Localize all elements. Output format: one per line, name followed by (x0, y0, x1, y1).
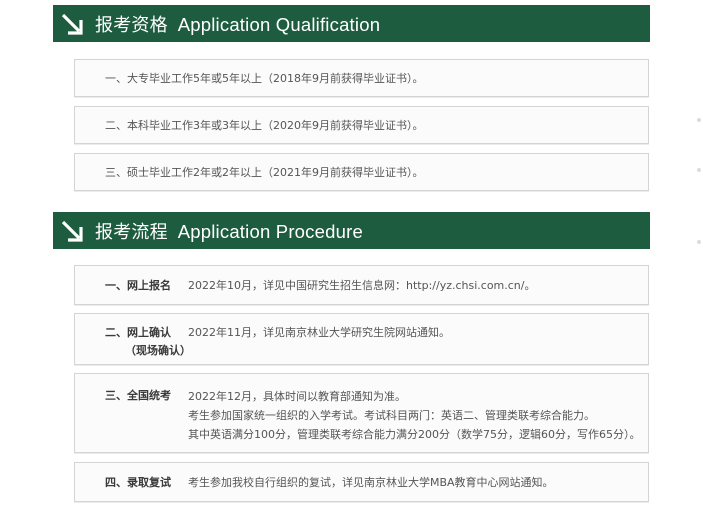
procedure-step: 一、网上报名 2022年10月，详见中国研究生招生信息网：http://yz.c… (74, 265, 649, 305)
decorative-dot (697, 168, 701, 172)
step-label: 三、全国统考 (105, 389, 171, 402)
step-label: 四、录取复试 (105, 476, 171, 489)
procedure-banner: 报考流程 Application Procedure (53, 212, 650, 249)
arrow-down-right-icon (59, 11, 85, 37)
procedure-step: 三、全国统考 2022年12月，具体时间以教育部通知为准。 考生参加国家统一组织… (74, 373, 649, 453)
decorative-dot (697, 240, 701, 244)
qualification-banner: 报考资格 Application Qualification (53, 5, 650, 42)
qualification-item: 一、大专毕业工作5年或5年以上（2018年9月前获得毕业证书）。 (74, 59, 649, 97)
procedure-step: 二、网上确认 （现场确认） 2022年11月，详见南京林业大学研究生院网站通知。 (74, 313, 649, 365)
step-body: 2022年11月，详见南京林业大学研究生院网站通知。 (188, 326, 450, 339)
step-body: 考生参加我校自行组织的复试，详见南京林业大学MBA教育中心网站通知。 (188, 476, 554, 489)
arrow-down-right-icon (59, 218, 85, 244)
step-label: 一、网上报名 (105, 279, 171, 292)
qualification-item: 二、本科毕业工作3年或3年以上（2020年9月前获得毕业证书）。 (74, 106, 649, 144)
decorative-dot (697, 118, 701, 122)
procedure-step: 四、录取复试 考生参加我校自行组织的复试，详见南京林业大学MBA教育中心网站通知… (74, 462, 649, 502)
step-label: 二、网上确认 （现场确认） (105, 326, 191, 357)
step-body: 2022年10月，详见中国研究生招生信息网：http://yz.chsi.com… (188, 279, 536, 292)
procedure-title: 报考流程 Application Procedure (95, 220, 363, 243)
step-body: 2022年12月，具体时间以教育部通知为准。 考生参加国家统一组织的入学考试。考… (188, 390, 641, 441)
qualification-item: 三、硕士毕业工作2年或2年以上（2021年9月前获得毕业证书）。 (74, 153, 649, 191)
qualification-title: 报考资格 Application Qualification (95, 13, 381, 36)
